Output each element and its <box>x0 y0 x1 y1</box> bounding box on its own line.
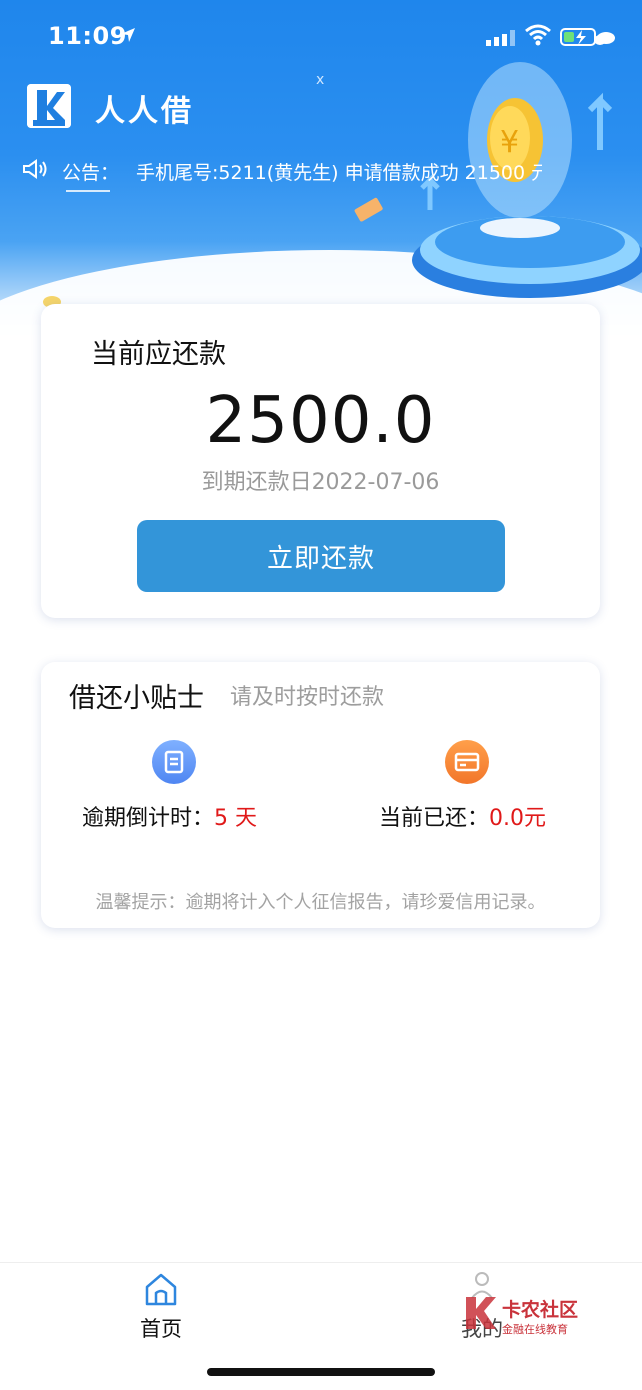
wifi-icon <box>525 24 551 46</box>
close-ad-button[interactable]: x <box>316 72 324 88</box>
tips-title: 借还小贴士 <box>69 683 204 714</box>
home-icon[interactable] <box>143 1271 179 1307</box>
ticket-icon <box>354 197 383 222</box>
watermark-title: 卡农社区 <box>502 1299 579 1321</box>
speaker-icon <box>23 159 47 179</box>
warm-reminder: 温馨提示：逾期将计入个人征信报告，请珍爱信用记录。 <box>95 892 546 913</box>
repayment-title: 当前应还款 <box>91 339 226 370</box>
location-arrow-icon <box>121 28 135 42</box>
due-date: 到期还款日2022-07-06 <box>201 470 440 495</box>
cellular-signal-icon <box>486 30 515 46</box>
repayment-card: 当前应还款 2500.0 到期还款日2022-07-06 立即还款 <box>41 304 600 618</box>
watermark: 卡农社区 金融在线教育 <box>462 1293 582 1341</box>
repayment-amount: 2500.0 <box>205 384 436 458</box>
announcement-bar: 公告： 手机尾号:5211(黄先生) 申请借款成功 21500 元。 <box>22 152 542 192</box>
battery-icon <box>560 28 615 46</box>
watermark-logo <box>466 1297 496 1329</box>
app-header: 人人借 x <box>0 72 642 142</box>
home-indicator <box>207 1368 435 1376</box>
announcement-underline <box>66 190 110 192</box>
status-time: 11:09 <box>48 22 127 50</box>
amount-repaid-value: 0.0元 <box>489 806 547 831</box>
watermark-subtitle: 金融在线教育 <box>502 1323 568 1336</box>
calendar-icon <box>152 740 196 784</box>
amount-repaid: 当前已还：0.0元 <box>379 800 546 832</box>
tips-card: 借还小贴士 请及时按时还款 逾期倒计时：5 天 当前已还：0.0元 温馨提示：逾… <box>41 662 600 928</box>
announcement-text: 手机尾号:5211(黄先生) 申请借款成功 21500 元。 <box>136 162 542 184</box>
status-bar: 11:09 <box>0 0 642 72</box>
tab-home[interactable]: 首页 <box>140 1313 182 1343</box>
overdue-countdown-value: 5 天 <box>214 806 258 831</box>
overdue-countdown: 逾期倒计时：5 天 <box>82 800 257 832</box>
overdue-countdown-label: 逾期倒计时： <box>82 806 215 831</box>
announcement-label: 公告： <box>62 162 120 184</box>
app-logo <box>27 84 71 128</box>
app-title: 人人借 <box>95 94 194 129</box>
tips-subtitle: 请及时按时还款 <box>230 685 385 710</box>
amount-repaid-label: 当前已还： <box>379 806 490 831</box>
repay-now-button[interactable]: 立即还款 <box>137 520 505 592</box>
card-icon <box>445 740 489 784</box>
